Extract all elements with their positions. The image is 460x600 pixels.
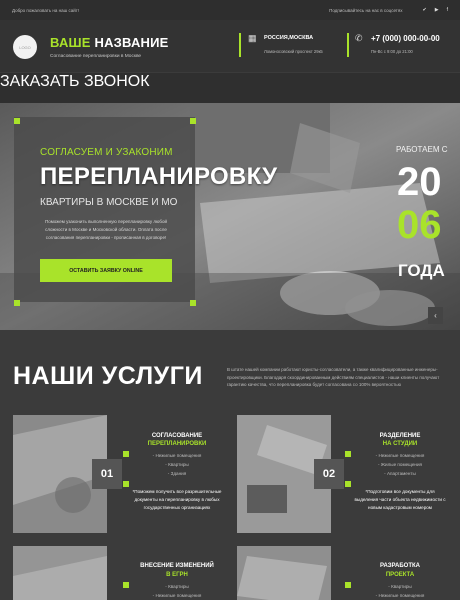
- list-item: - Апартаменты: [384, 471, 416, 476]
- list-item: - Здания: [167, 471, 187, 476]
- service-card-subtitle: НА СТУДИИ: [382, 441, 418, 447]
- service-card-marker: [345, 481, 351, 487]
- online-request-button[interactable]: ОСТАВИТЬ ЗАЯВКУ ONLINE: [40, 259, 172, 282]
- service-card-image: [13, 546, 107, 600]
- service-card-title: СОГЛАСОВАНИЕ: [151, 433, 203, 439]
- year-word: ГОДА: [398, 261, 445, 280]
- services-title: НАШИ УСЛУГИ: [13, 362, 203, 390]
- service-card-list: - Квартиры - Нежилые помещения: [131, 582, 223, 600]
- service-card-title: ВНЕСЕНИЕ ИЗМЕНЕНИЙ: [140, 563, 214, 569]
- service-card-number: 02: [314, 459, 344, 489]
- service-card-marker: [345, 582, 351, 588]
- service-card-image: [237, 546, 331, 600]
- hero-description: Поможем узаконить выполненную перепланир…: [44, 219, 168, 240]
- service-card-list: - Нежилые помещения - Жилые помещения - …: [354, 451, 446, 478]
- list-item: - Квартиры: [165, 462, 189, 467]
- service-card-marker: [123, 451, 129, 457]
- services-text: В штате нашей компании работают юристы-с…: [227, 367, 440, 387]
- service-card-note: *Подготовим все документы для выделения …: [354, 489, 446, 510]
- service-card-title: РАЗРАБОТКА: [379, 563, 420, 569]
- service-photo: [13, 546, 107, 600]
- list-item: - Нежилые помещения: [375, 593, 425, 598]
- service-card-marker: [345, 451, 351, 457]
- work-since-label: РАБОТАЕМ С: [396, 145, 448, 154]
- page: Добро пожаловать на наш сайт! Подписывай…: [0, 0, 460, 600]
- service-card-marker: [123, 582, 129, 588]
- hero-city: КВАРТИРЫ В МОСКВЕ И МО: [40, 197, 178, 208]
- list-item: - Нежилые помещения: [152, 593, 202, 598]
- chevron-left-icon: ‹: [434, 311, 437, 320]
- list-item: - Нежилые помещения: [375, 453, 425, 458]
- service-photo: [237, 546, 331, 600]
- service-card-number: 01: [92, 459, 122, 489]
- service-card-subtitle: В ЕГРН: [166, 572, 188, 578]
- slider-prev-button[interactable]: ‹: [428, 307, 443, 324]
- hero-subtitle: СОГЛАСУЕМ И УЗАКОНИМ: [40, 147, 173, 158]
- service-card-title: РАЗДЕЛЕНИЕ: [379, 433, 421, 439]
- hero-title: ПЕРЕПЛАНИРОВКУ: [40, 163, 278, 190]
- list-item: - Квартиры: [388, 584, 412, 589]
- service-card-subtitle: ПЕРЕПЛАНИРОВКИ: [147, 441, 207, 447]
- service-card-note: *Поможем получить все разрешительные док…: [132, 489, 222, 510]
- service-card-subtitle: ПРОЕКТА: [385, 572, 415, 578]
- year-second: 06: [397, 203, 442, 247]
- year-first: 20: [397, 160, 442, 204]
- service-card-marker: [123, 481, 129, 487]
- list-item: - Нежилые помещения: [152, 453, 202, 458]
- service-card-list: - Нежилые помещения - Квартиры - Здания: [131, 451, 223, 478]
- list-item: - Квартиры: [165, 584, 189, 589]
- service-card-list: - Квартиры - Нежилые помещения: [354, 582, 446, 600]
- list-item: - Жилые помещения: [377, 462, 423, 467]
